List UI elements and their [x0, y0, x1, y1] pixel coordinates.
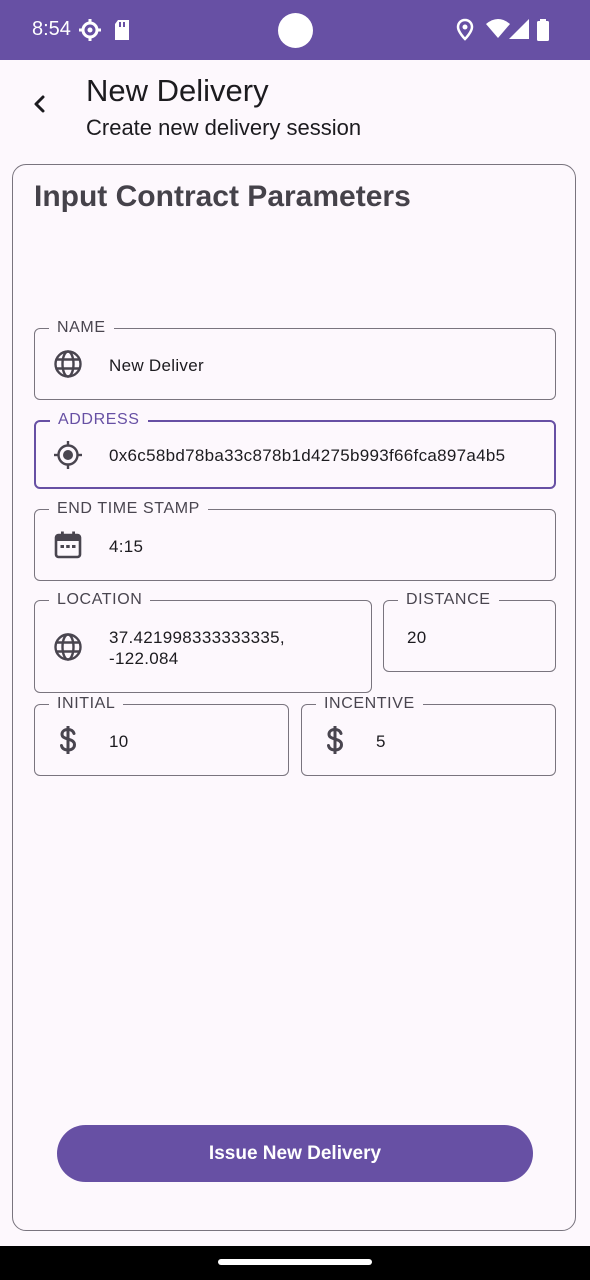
dollar-icon	[60, 726, 77, 754]
card-title: Input Contract Parameters	[34, 180, 411, 213]
end-time-label: END TIME STAMP	[49, 499, 208, 519]
home-gesture-handle[interactable]	[218, 1259, 372, 1265]
address-value: 0x6c58bd78ba33c878b1d4275b993f66fca897a4…	[109, 446, 506, 465]
globe-icon	[54, 350, 82, 378]
camera-cutout	[278, 13, 313, 48]
page-title: New Delivery	[86, 73, 269, 108]
back-arrow-icon[interactable]	[28, 92, 52, 116]
name-field[interactable]: NAME New Deliver	[34, 318, 556, 400]
page-subtitle: Create new delivery session	[86, 115, 362, 140]
globe-icon	[54, 633, 82, 661]
gps-target-icon	[54, 441, 82, 469]
battery-icon	[537, 19, 549, 41]
sd-card-icon	[115, 20, 129, 40]
initial-field[interactable]: INITIAL 10	[34, 694, 289, 776]
location-pin-icon	[456, 18, 474, 41]
distance-value: 20	[407, 628, 427, 647]
calendar-icon	[54, 531, 82, 559]
cell-signal-icon	[509, 19, 529, 39]
end-time-field[interactable]: END TIME STAMP 4:15	[34, 499, 556, 581]
name-label: NAME	[49, 318, 114, 338]
initial-value: 10	[109, 732, 129, 751]
status-bar: 8:54	[0, 0, 590, 60]
dollar-icon	[327, 726, 344, 754]
incentive-label: INCENTIVE	[316, 694, 423, 714]
address-field[interactable]: ADDRESS 0x6c58bd78ba33c878b1d4275b993f66…	[34, 410, 556, 489]
distance-field[interactable]: DISTANCE 20	[383, 590, 556, 672]
name-value: New Deliver	[109, 356, 204, 375]
location-field[interactable]: LOCATION 37.421998333333335, -122.084	[34, 590, 372, 693]
incentive-field[interactable]: INCENTIVE 5	[301, 694, 556, 776]
incentive-value: 5	[376, 732, 386, 751]
status-time: 8:54	[32, 18, 71, 40]
location-value-line2: -122.084	[109, 649, 179, 668]
address-label: ADDRESS	[50, 410, 148, 430]
location-value-line1: 37.421998333333335,	[109, 628, 285, 647]
end-time-value: 4:15	[109, 537, 144, 556]
issue-new-delivery-button[interactable]: Issue New Delivery	[57, 1125, 533, 1182]
location-label: LOCATION	[49, 590, 151, 610]
initial-label: INITIAL	[49, 694, 124, 714]
settings-gear-icon	[79, 19, 101, 41]
distance-label: DISTANCE	[398, 590, 499, 610]
